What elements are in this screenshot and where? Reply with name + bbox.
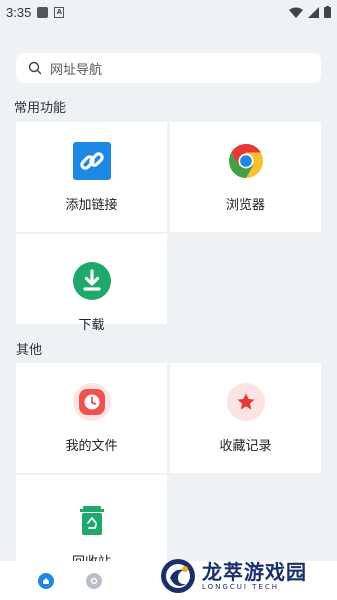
watermark-title: 龙萃游戏园 xyxy=(202,560,307,584)
other-functions-grid: 我的文件 收藏记录 回收站 xyxy=(16,363,321,570)
watermark-logo-icon xyxy=(161,559,195,593)
browser-label: 浏览器 xyxy=(225,197,265,213)
search-placeholder: 网址导航 xyxy=(50,62,103,78)
favorites-tile[interactable]: 收藏记录 xyxy=(170,363,321,473)
download-label: 下载 xyxy=(78,318,105,333)
search-icon xyxy=(28,61,42,75)
favorites-label: 收藏记录 xyxy=(219,438,272,454)
wifi-icon xyxy=(289,7,303,18)
watermark: 龙萃游戏园 LONGCUI TECH xyxy=(160,552,330,600)
watermark-subtitle: LONGCUI TECH xyxy=(202,583,279,591)
add-link-tile[interactable]: 添加链接 xyxy=(16,122,167,232)
star-icon xyxy=(226,382,265,421)
chrome-icon xyxy=(227,142,265,180)
nav-settings[interactable] xyxy=(70,572,118,589)
recycle-bin-tile[interactable]: 回收站 xyxy=(16,475,167,570)
settings-icon xyxy=(86,572,102,589)
download-tile[interactable]: 下载 xyxy=(16,234,167,333)
notification-square-icon xyxy=(37,6,49,18)
common-functions-grid: 添加链接 浏览器 下载 xyxy=(16,122,321,333)
nav-home[interactable] xyxy=(22,572,70,589)
battery-icon xyxy=(324,6,331,18)
my-files-tile[interactable]: 我的文件 xyxy=(16,363,167,473)
my-files-label: 我的文件 xyxy=(65,438,118,454)
link-icon xyxy=(72,141,111,180)
clock-icon xyxy=(72,382,111,421)
browser-tile[interactable]: 浏览器 xyxy=(170,122,321,232)
status-time: 3:35 xyxy=(6,4,32,20)
notification-a-icon: A xyxy=(54,6,65,18)
home-icon xyxy=(38,572,54,589)
signal-icon xyxy=(308,6,319,18)
status-bar: 3:35 A xyxy=(0,0,337,24)
download-icon xyxy=(72,262,111,300)
section-title-common: 常用功能 xyxy=(14,101,67,116)
recycle-bin-icon xyxy=(73,503,111,537)
search-input[interactable]: 网址导航 xyxy=(16,53,321,83)
section-title-other: 其他 xyxy=(16,343,43,358)
add-link-label: 添加链接 xyxy=(65,197,118,213)
